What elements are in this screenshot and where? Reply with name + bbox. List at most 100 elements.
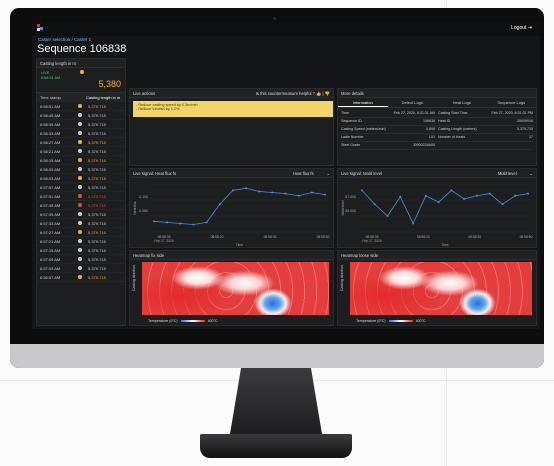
y-axis-label: Heat flux: [133, 201, 137, 214]
heatmap-fix-header: Heatmap fix side: [130, 251, 333, 260]
table-row[interactable]: 6:58:33 AM 5,379.715: [37, 129, 125, 138]
casting-length-panel: Casting length in m LIVE 6:58:51 AM 5,38…: [36, 58, 126, 326]
row-value: 5,379.715: [88, 103, 106, 109]
table-row[interactable]: 6:56:57 AM 5,379.715: [37, 273, 125, 282]
more-details-header: More details: [338, 89, 536, 98]
row-value: 5,379.715: [88, 130, 106, 136]
col-timestamp: Time stamp: [40, 94, 61, 100]
table-row[interactable]: 6:57:09 AM 5,379.715: [37, 255, 125, 264]
details-row: Casting Speed (meters/min) 0.898 Casting L…: [341, 126, 533, 134]
temperature-legend: Temperature (0°C) 400°C: [148, 319, 218, 323]
table-row[interactable]: 6:57:39 AM 5,379.715: [37, 210, 125, 219]
data-point: [245, 187, 248, 190]
live-actions-panel: Live actions Is this countermeasure help…: [129, 88, 334, 166]
status-dot: [78, 113, 82, 117]
status-dot: [78, 194, 82, 198]
row-time: 6:57:57 AM: [40, 184, 61, 190]
data-point: [424, 194, 427, 197]
table-row[interactable]: 6:58:15 AM 5,379.715: [37, 156, 125, 165]
casting-direction-label: Casting direction: [132, 264, 136, 291]
app-screen: Logout ⇥ Caster selection / Caster 1 Seq…: [32, 22, 540, 329]
tab-information[interactable]: Information: [338, 98, 388, 107]
table-row[interactable]: 6:58:51 AM 5,379.715: [37, 102, 125, 111]
table-row[interactable]: 6:57:03 AM 5,379.715: [37, 264, 125, 273]
row-time: 6:58:39 AM: [40, 121, 61, 127]
x-tick-label: 08:58:50: [520, 235, 533, 239]
detail-key: Time: [341, 111, 349, 115]
monitor-bezel: Logout ⇥ Caster selection / Caster 1 Seq…: [10, 8, 544, 368]
thumbs-down-icon[interactable]: 👎: [325, 91, 330, 96]
y-tick-label: 0.080: [139, 209, 148, 213]
status-dot: [78, 158, 82, 162]
details-table: Time Feb 27, 2020, 8:31:31 AM Casting Star…: [338, 108, 536, 152]
tab-defect-logs[interactable]: Defect Logs: [388, 98, 438, 107]
breadcrumb-caster-selection[interactable]: Caster selection: [38, 37, 70, 42]
data-point: [297, 194, 300, 197]
detail-key: Number of Heats: [438, 135, 466, 139]
table-row[interactable]: 6:58:21 AM 5,379.715: [37, 147, 125, 156]
status-dot: [78, 176, 82, 180]
data-point: [192, 223, 195, 226]
tab-sequence-logs[interactable]: Sequence Logs: [487, 98, 537, 107]
row-value: 5,379.715: [88, 202, 106, 208]
table-row[interactable]: 6:57:15 AM 5,379.715: [37, 246, 125, 255]
breadcrumb-caster-1[interactable]: Caster 1: [74, 37, 91, 42]
status-dot: [78, 185, 82, 189]
row-time: 6:58:27 AM: [40, 139, 61, 145]
row-value: 5,379.715: [88, 193, 106, 199]
status-dot: [78, 239, 82, 243]
row-time: 6:57:51 AM: [40, 193, 61, 199]
row-value: 5,379.715: [88, 157, 106, 163]
x-axis-label: Time: [236, 243, 243, 247]
tab-heat-logs[interactable]: Heat Logs: [437, 98, 487, 107]
status-dot: [78, 230, 82, 234]
row-value: 5,379.715: [88, 148, 106, 154]
data-point: [475, 194, 478, 197]
data-point: [501, 203, 504, 206]
row-time: 6:57:09 AM: [40, 256, 61, 262]
thumbs-up-icon[interactable]: 👍: [316, 91, 321, 96]
data-point: [153, 220, 155, 223]
table-row[interactable]: 6:58:27 AM 5,379.715: [37, 138, 125, 147]
monitor-stand-neck: [230, 368, 322, 434]
x-tick-label: 08:58:50: [317, 235, 330, 239]
table-row[interactable]: 6:58:09 AM 5,379.715: [37, 165, 125, 174]
table-row[interactable]: 6:57:33 AM 5,379.715: [37, 219, 125, 228]
y-axis-label: Mold level: [341, 200, 345, 215]
data-point: [386, 215, 389, 217]
details-row: Steel Grade J0900224A09: [341, 142, 533, 150]
status-dot: [78, 167, 82, 171]
table-row[interactable]: 6:57:21 AM 5,379.715: [37, 237, 125, 246]
detail-value: Feb 27, 2020, 6:31:31 PM: [491, 111, 533, 115]
x-tick-label: 08:58:20: [417, 235, 430, 239]
table-row[interactable]: 6:58:39 AM 5,379.715: [37, 120, 125, 129]
table-row[interactable]: 6:58:45 AM 5,379.715: [37, 111, 125, 120]
feedback-question: Is this countermeasure helpful ? 👍 | 👎: [255, 91, 330, 96]
data-point: [258, 190, 261, 193]
series-line: [153, 187, 326, 225]
table-row[interactable]: 6:58:03 AM 5,379.715: [37, 174, 125, 183]
status-dot: [78, 122, 82, 126]
detail-key: Casting Start Time: [438, 111, 468, 115]
data-point: [488, 192, 491, 195]
data-point: [271, 191, 274, 194]
row-value: 5,379.715: [88, 238, 106, 244]
mold-level-chart-header: Live signal: Mold level: [341, 171, 382, 176]
table-row[interactable]: 6:57:57 AM 5,379.715: [37, 183, 125, 192]
status-dot: [78, 131, 82, 135]
heat-flux-dropdown[interactable]: Heat flux fs ⌄: [293, 171, 330, 176]
data-point: [231, 189, 234, 192]
logout-button[interactable]: Logout ⇥: [511, 25, 532, 31]
heatmap-fix-panel: Heatmap fix side Casting direction Tempe…: [129, 250, 334, 326]
heatmap-loose-header: Heatmap loose side: [338, 251, 536, 260]
row-time: 6:56:57 AM: [40, 274, 61, 280]
mold-level-dropdown[interactable]: Mold level ⌄: [498, 171, 533, 176]
status-dot: [78, 275, 82, 279]
row-time: 6:58:09 AM: [40, 166, 61, 172]
detail-value: L01: [429, 135, 435, 139]
detail-key: Casting Length (meters): [438, 127, 477, 131]
details-tabs: Information Defect Logs Heat Logs Sequence …: [338, 98, 536, 108]
table-row[interactable]: 6:57:45 AM 5,379.715: [37, 201, 125, 210]
table-row[interactable]: 6:57:27 AM 5,379.715: [37, 228, 125, 237]
table-row[interactable]: 6:57:51 AM 5,379.715: [37, 192, 125, 201]
